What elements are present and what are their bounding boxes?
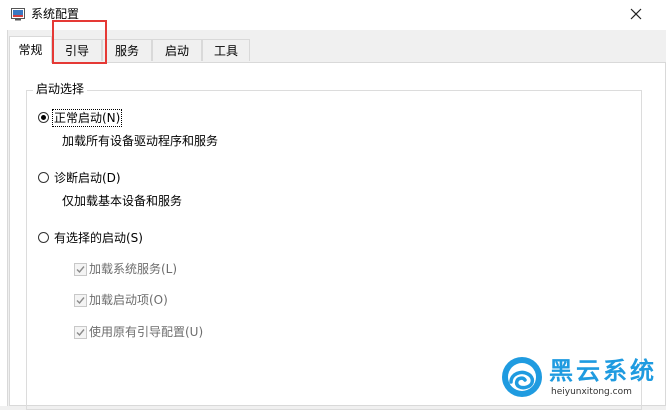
heiyun-watermark: 黑云系统 heiyunxitong.com (501, 356, 661, 404)
system-configuration-window: 系统配置 常规 引导 服务 启动 工具 启动选择 正常启动(N) 加载所有设备驱… (0, 0, 666, 410)
close-icon (630, 8, 642, 20)
checkmark-icon (76, 329, 85, 337)
tab-services[interactable]: 服务 (102, 39, 152, 61)
radio-selected-dot (41, 115, 46, 120)
tab-boot[interactable]: 引导 (52, 39, 102, 61)
normal-startup-label[interactable]: 正常启动(N) (51, 109, 123, 127)
load-system-services-label: 加载系统服务(L) (89, 262, 178, 276)
use-original-boot-config-checkbox[interactable] (74, 326, 87, 339)
normal-startup-description: 加载所有设备驱动程序和服务 (62, 134, 219, 148)
watermark-brand-name: 黑云系统 (549, 357, 657, 385)
close-button[interactable] (622, 2, 650, 26)
tab-general[interactable]: 常规 (9, 36, 52, 63)
diagnostic-startup-radio[interactable] (38, 172, 49, 183)
diagnostic-startup-label[interactable]: 诊断启动(D) (54, 171, 121, 185)
use-original-boot-config-label: 使用原有引导配置(U) (89, 325, 204, 339)
tab-tools[interactable]: 工具 (202, 39, 250, 61)
tab-startup-label: 启动 (164, 43, 189, 58)
window-title: 系统配置 (31, 7, 80, 21)
load-system-services-checkbox[interactable] (74, 263, 87, 276)
cloud-logo-icon (501, 356, 543, 398)
checkmark-icon (76, 266, 85, 274)
tab-tools-label: 工具 (213, 43, 238, 58)
watermark-url: heiyunxitong.com (551, 387, 632, 397)
selective-startup-radio[interactable] (38, 232, 49, 243)
tab-startup[interactable]: 启动 (152, 39, 202, 61)
title-bar: 系统配置 (0, 0, 666, 30)
tab-general-label: 常规 (18, 43, 43, 57)
background-window-edge (0, 30, 8, 406)
selective-startup-label[interactable]: 有选择的启动(S) (54, 231, 143, 245)
tab-boot-label: 引导 (64, 43, 89, 58)
normal-startup-radio[interactable] (38, 112, 49, 123)
load-startup-items-checkbox[interactable] (74, 294, 87, 307)
diagnostic-startup-description: 仅加载基本设备和服务 (62, 194, 183, 208)
checkmark-icon (76, 297, 85, 305)
startup-selection-label: 启动选择 (33, 82, 88, 96)
msconfig-icon (11, 7, 25, 21)
load-startup-items-label: 加载启动项(O) (89, 293, 168, 307)
tab-services-label: 服务 (114, 43, 139, 58)
